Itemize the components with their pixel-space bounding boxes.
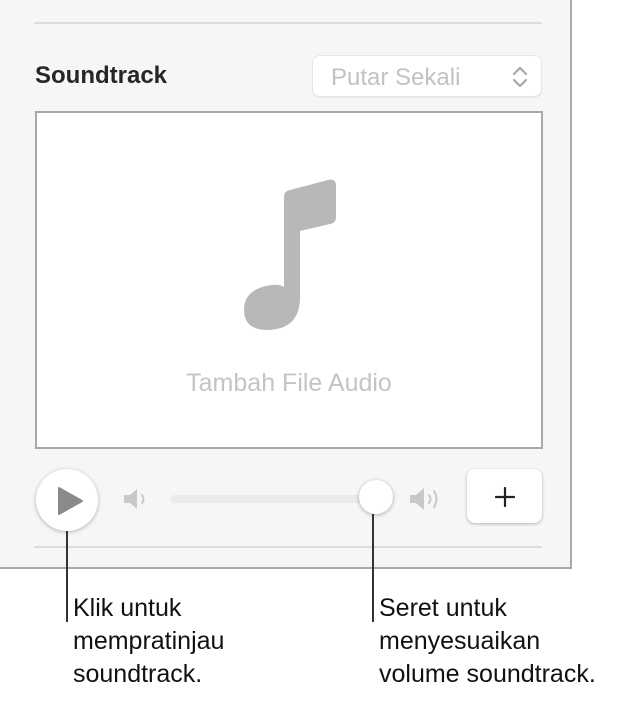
callout-line-text: mempratinjau [73,627,225,655]
bottom-divider [34,546,542,548]
soundtrack-panel: Soundtrack Putar Sekali Tambah File Audi… [0,0,572,569]
top-divider [34,22,542,24]
chevron-up-down-icon [512,66,528,88]
play-callout-line [66,531,68,622]
callout-line-text: Klik untuk [73,594,182,622]
callout-line-text: Seret untuk [379,594,507,622]
speaker-high-icon [410,488,438,510]
volume-callout-line [372,514,374,622]
audio-drop-well[interactable]: Tambah File Audio [35,111,543,449]
speaker-low-icon [124,489,145,509]
section-title: Soundtrack [35,62,168,89]
volume-slider-knob[interactable] [359,480,394,514]
callout-line-text: menyesuaikan [379,627,541,655]
play-button[interactable] [36,469,98,531]
playback-mode-popup[interactable]: Putar Sekali [312,55,542,97]
play-callout-text: Klik untuk mempratinjau soundtrack. [73,592,313,691]
volume-callout-text: Seret untuk menyesuaikan volume soundtra… [379,592,641,691]
add-audio-button[interactable] [467,469,542,523]
add-audio-label: Tambah File Audio [186,369,392,397]
play-icon [58,487,83,515]
callout-line-text: soundtrack. [73,660,203,688]
playback-mode-value: Putar Sekali [331,64,461,91]
music-note-icon [244,179,336,330]
plus-icon [495,487,515,507]
callout-line-text: volume soundtrack. [379,660,596,688]
